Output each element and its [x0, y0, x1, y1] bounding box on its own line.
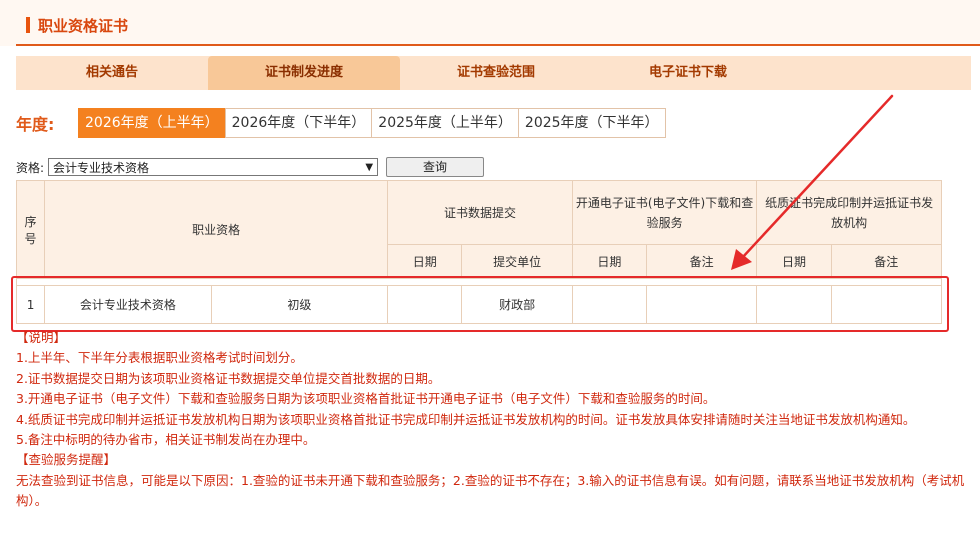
notes-section: 【说明】 1.上半年、下半年分表根据职业资格考试时间划分。 2.证书数据提交日期…	[16, 328, 974, 512]
year-selector: 年度: 2026年度（上半年） 2026年度（下半年） 2025年度（上半年） …	[16, 108, 666, 138]
header-submit-date: 日期	[387, 244, 463, 279]
year-option-2026-h2[interactable]: 2026年度（下半年）	[224, 108, 372, 138]
tab-announcements[interactable]: 相关通告	[16, 56, 208, 90]
query-button[interactable]: 查询	[386, 157, 485, 177]
note-item-3: 3.开通电子证书（电子文件）下载和查验服务日期为该项职业资格首批证书开通电子证书…	[16, 391, 716, 407]
filter-row: 资格: 会计专业技术资格 ▼ 查询	[16, 156, 485, 178]
note-item-5: 5.备注中标明的待办省市，相关证书制发尚在办理中。	[16, 432, 316, 448]
year-option-2025-h1[interactable]: 2025年度（上半年）	[371, 108, 518, 138]
header-e-remark: 备注	[646, 244, 758, 279]
tab-bar: 相关通告 证书制发进度 证书查验范围 电子证书下载	[16, 56, 971, 90]
page-title: 职业资格证书	[38, 16, 129, 35]
note-item-2: 2.证书数据提交日期为该项职业资格证书数据提交单位提交首批数据的日期。	[16, 370, 441, 386]
header-qualification: 职业资格	[44, 180, 389, 279]
header-paper-cert: 纸质证书完成印制并运抵证书发放机构	[756, 180, 942, 245]
qualification-select[interactable]: 会计专业技术资格 ▼	[48, 158, 379, 176]
note-item-4: 4.纸质证书完成印制并运抵证书发放机构日期为该项职业资格首批证书完成印制并运抵证…	[16, 411, 916, 427]
highlight-box	[11, 276, 949, 332]
header-p-remark: 备注	[830, 244, 943, 279]
qualification-selected-value: 会计专业技术资格	[53, 161, 150, 175]
note-item-1: 1.上半年、下半年分表根据职业资格考试时间划分。	[16, 350, 303, 366]
year-option-2026-h1[interactable]: 2026年度（上半年）	[78, 108, 225, 138]
year-option-2025-h2[interactable]: 2025年度（下半年）	[517, 108, 666, 138]
header-data-submit: 证书数据提交	[387, 180, 573, 245]
header-p-date: 日期	[756, 244, 832, 279]
section-header: 职业资格证书	[26, 14, 128, 36]
title-marker	[26, 17, 30, 33]
tab-verify-scope[interactable]: 证书查验范围	[400, 56, 592, 90]
qualification-label: 资格:	[16, 160, 45, 175]
header-electronic-service: 开通电子证书(电子文件)下载和查验服务	[571, 180, 758, 245]
notes-title: 【说明】	[16, 330, 67, 345]
reminder-title: 【查验服务提醒】	[16, 452, 117, 468]
header-submit-unit: 提交单位	[461, 244, 573, 279]
header-e-date: 日期	[571, 244, 648, 279]
title-divider	[16, 44, 980, 46]
header-bar	[0, 0, 980, 46]
tab-progress[interactable]: 证书制发进度	[208, 56, 400, 90]
reminder-text: 无法查验到证书信息，可能是以下原因：1.查验的证书未开通下载和查验服务；2.查验…	[16, 472, 965, 509]
tab-e-cert-download[interactable]: 电子证书下载	[592, 56, 784, 90]
year-label: 年度:	[16, 115, 55, 134]
header-seq: 序号	[15, 180, 46, 279]
chevron-down-icon: ▼	[365, 162, 374, 173]
